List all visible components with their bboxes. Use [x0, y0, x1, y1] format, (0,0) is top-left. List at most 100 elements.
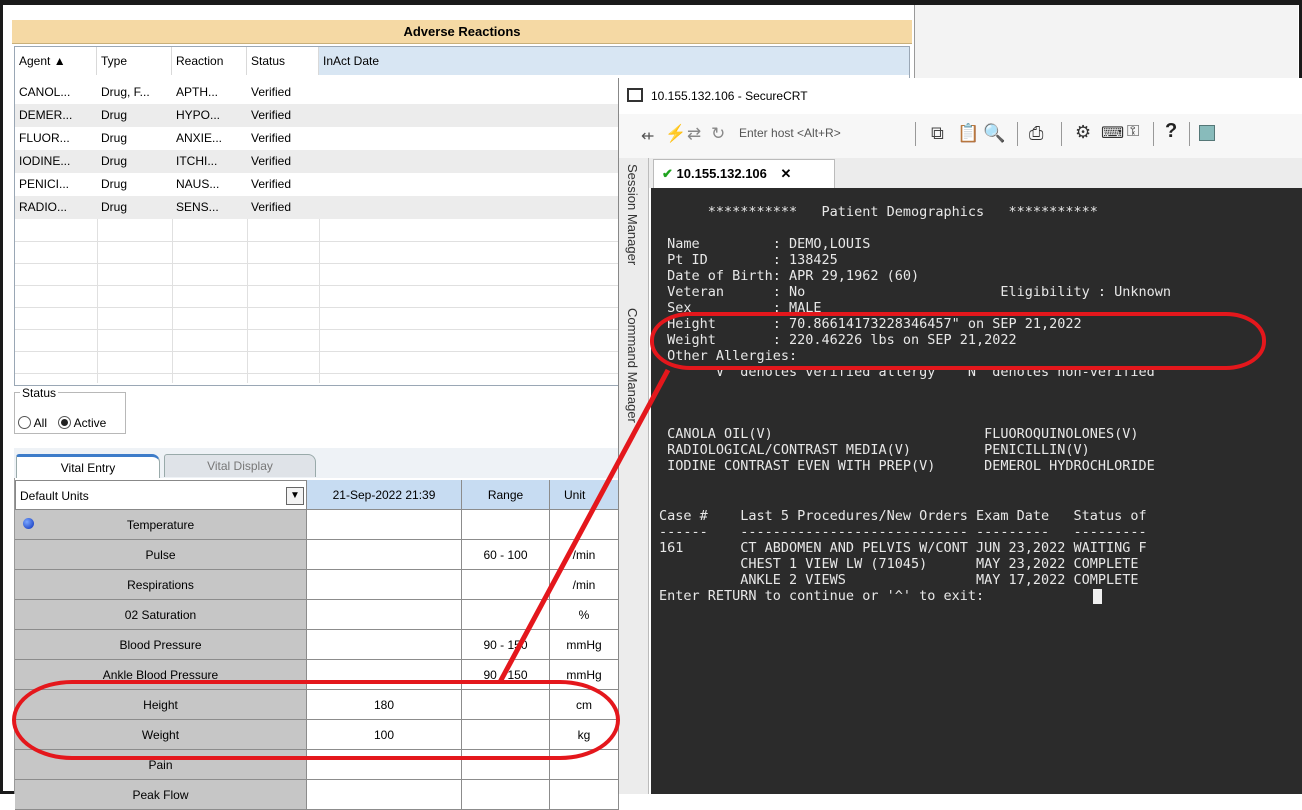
- paste-icon[interactable]: 📋: [957, 123, 979, 144]
- table-row[interactable]: RADIO... Drug SENS... Verified: [15, 196, 619, 219]
- terminal[interactable]: *********** Patient Demographics *******…: [651, 188, 1302, 794]
- vital-range: [462, 510, 550, 540]
- tab-vital-entry[interactable]: Vital Entry: [16, 454, 160, 479]
- close-icon[interactable]: ✕: [781, 166, 792, 181]
- vital-unit: %: [550, 600, 619, 630]
- terminal-line: *********** Patient Demographics *******…: [659, 204, 1098, 220]
- table-row[interactable]: FLUOR... Drug ANXIE... Verified: [15, 127, 619, 150]
- terminal-line: Date of Birth: APR 29,1962 (60): [659, 268, 920, 284]
- vital-value-input[interactable]: [307, 510, 462, 540]
- type-cell: Drug: [101, 131, 128, 145]
- status-radio-active[interactable]: Active: [58, 416, 106, 430]
- unit-column-header: Unit: [550, 480, 619, 510]
- copy-icon[interactable]: ⧉: [931, 123, 944, 144]
- options-icon[interactable]: [1199, 125, 1215, 141]
- print-icon[interactable]: ⎙: [1029, 123, 1043, 144]
- reaction-cell: ITCHI...: [176, 154, 218, 168]
- table-row[interactable]: IODINE... Drug ITCHI... Verified: [15, 150, 619, 173]
- chevron-down-icon[interactable]: ▼: [286, 487, 304, 505]
- vital-row: Peak Flow: [15, 780, 619, 810]
- help-icon[interactable]: ?: [1165, 120, 1177, 143]
- vital-value-input[interactable]: [307, 600, 462, 630]
- column-header-type[interactable]: Type: [97, 47, 172, 75]
- side-panel: Session Manager Command Manager: [619, 158, 649, 794]
- session-tab[interactable]: ✔ 10.155.132.106 ✕: [653, 159, 835, 189]
- quick-connect-icon[interactable]: ⚡: [665, 124, 686, 144]
- vital-value-input[interactable]: [307, 780, 462, 810]
- window-title: 10.155.132.106 - SecureCRT: [619, 78, 1302, 114]
- vital-unit: /min: [550, 570, 619, 600]
- vital-value-input[interactable]: [307, 630, 462, 660]
- grid-divider: [247, 219, 248, 383]
- reaction-cell: HYPO...: [176, 108, 221, 122]
- terminal-line: Case # Last 5 Procedures/New Orders Exam…: [659, 508, 1147, 524]
- column-header-status[interactable]: Status: [247, 47, 319, 75]
- table-row[interactable]: DEMER... Drug HYPO... Verified: [15, 104, 619, 127]
- table-row[interactable]: CANOL... Drug, F... APTH... Verified: [15, 81, 619, 104]
- reaction-cell: SENS...: [176, 200, 219, 214]
- terminal-line: ------ ---------------------------- ----…: [659, 524, 1147, 540]
- vital-label: Pulse: [15, 540, 307, 570]
- securecrt-window: 10.155.132.106 - SecureCRT ⇷ ⚡ ⇄ ↻ Enter…: [618, 78, 1302, 794]
- session-manager-tab[interactable]: Session Manager: [625, 164, 640, 265]
- units-select[interactable]: Default Units ▼: [15, 480, 307, 510]
- agent-cell: RADIO...: [19, 200, 68, 214]
- vital-value-input[interactable]: [307, 540, 462, 570]
- type-cell: Drug: [101, 177, 128, 191]
- keymap-icon[interactable]: ⌨: [1101, 123, 1124, 143]
- radio-icon: [18, 416, 31, 429]
- host-input[interactable]: Enter host <Alt+R>: [739, 126, 841, 140]
- vital-row: Blood Pressure 90 - 150 mmHg: [15, 630, 619, 660]
- vital-range: [462, 600, 550, 630]
- status-cell: Verified: [251, 85, 292, 99]
- annotation-ellipse-vitals: [12, 680, 620, 760]
- terminal-line: ANKLE 2 VIEWS MAY 17,2022 COMPLETE: [659, 572, 1139, 588]
- grid-divider: [15, 351, 619, 352]
- type-cell: Drug: [101, 154, 128, 168]
- vital-range: 60 - 100: [462, 540, 550, 570]
- vital-range: [462, 570, 550, 600]
- tab-vital-display[interactable]: Vital Display: [164, 454, 316, 477]
- agent-cell: CANOL...: [19, 85, 71, 99]
- column-header-reaction[interactable]: Reaction: [172, 47, 247, 75]
- agent-cell: IODINE...: [19, 154, 71, 168]
- grid-divider: [15, 285, 619, 286]
- status-radio-all[interactable]: All: [18, 416, 47, 430]
- app-icon: [627, 88, 643, 102]
- terminal-line: Veteran : No Eligibility : Unknown: [659, 284, 1172, 300]
- status-cell: Verified: [251, 108, 292, 122]
- reaction-cell: APTH...: [176, 85, 219, 99]
- type-cell: Drug: [101, 200, 128, 214]
- vital-value-input[interactable]: [307, 570, 462, 600]
- agent-cell: PENICI...: [19, 177, 70, 191]
- find-icon[interactable]: 🔍: [983, 123, 1005, 144]
- table-row[interactable]: PENICI... Drug NAUS... Verified: [15, 173, 619, 196]
- vital-unit: [550, 780, 619, 810]
- radio-selected-icon: [58, 416, 71, 429]
- agent-cell: DEMER...: [19, 108, 73, 122]
- current-row-indicator-icon: [23, 518, 34, 529]
- units-select-value: Default Units: [20, 489, 89, 503]
- terminal-line: Name : DEMO,LOUIS: [659, 236, 871, 252]
- terminal-line: RADIOLOGICAL/CONTRAST MEDIA(V) PENICILLI…: [659, 442, 1090, 458]
- window-title-text: 10.155.132.106 - SecureCRT: [651, 89, 808, 103]
- grid-divider: [97, 219, 98, 383]
- radio-label-all: All: [33, 416, 48, 430]
- disconnect-icon[interactable]: ↻: [711, 124, 725, 144]
- status-cell: Verified: [251, 154, 292, 168]
- reaction-cell: NAUS...: [176, 177, 220, 191]
- vital-unit: [550, 510, 619, 540]
- grid-divider: [15, 329, 619, 330]
- command-manager-tab[interactable]: Command Manager: [625, 308, 640, 423]
- terminal-line: IODINE CONTRAST EVEN WITH PREP(V) DEMERO…: [659, 458, 1155, 474]
- key-icon[interactable]: ⚿: [1127, 123, 1139, 141]
- reconnect-icon[interactable]: ⇄: [687, 124, 701, 144]
- annotation-ellipse-terminal: [650, 312, 1266, 370]
- grid-divider: [15, 307, 619, 308]
- column-header-inact-date[interactable]: InAct Date: [319, 47, 909, 75]
- vital-row: Pulse 60 - 100/min: [15, 540, 619, 570]
- connect-bar-icon[interactable]: ⇷: [641, 126, 654, 146]
- column-header-agent[interactable]: Agent ▲: [15, 47, 97, 75]
- status-legend: Status: [20, 386, 59, 400]
- gear-icon[interactable]: ⚙: [1075, 122, 1091, 143]
